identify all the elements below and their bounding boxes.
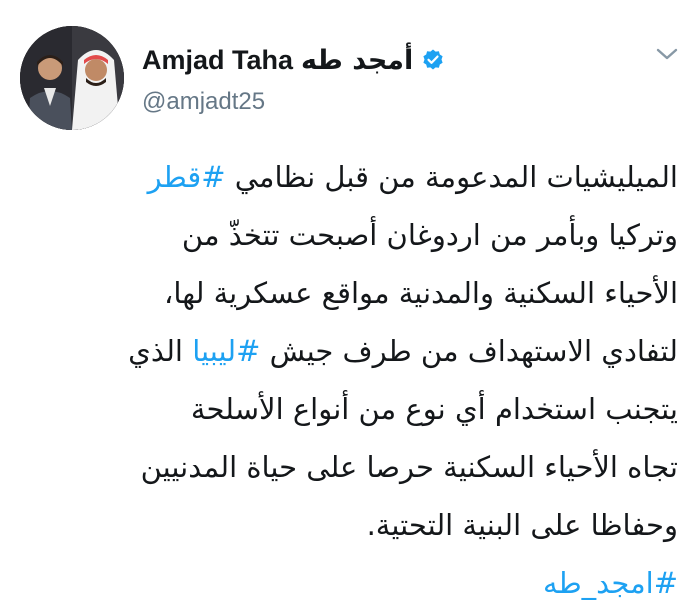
hashtag-link[interactable]: #امجد_طه: [543, 566, 678, 600]
tweet-line: يتجنب استخدام أي نوع من أنواع الأسلحة: [190, 392, 678, 426]
tweet-header: Amjad Taha أمجد طه: [142, 40, 445, 80]
tweet-line-text: الذي: [128, 334, 193, 368]
tweet-line: #امجد_طه: [18, 554, 678, 612]
tweet-text: الميليشيات المدعومة من قبل نظامي #قطر وت…: [18, 148, 678, 612]
tweet-card: Amjad Taha أمجد طه @amjadt25 الميليشيات …: [0, 0, 700, 600]
tweet-line: تجاه الأحياء السكنية حرصا على حياة المدن…: [140, 450, 678, 484]
tweet-line: الميليشيات المدعومة من قبل نظامي #قطر: [18, 148, 678, 206]
tweet-line: الأحياء السكنية والمدنية مواقع عسكرية له…: [164, 276, 678, 310]
tweet-line-text: لتفادي الاستهداف من طرف جيش: [260, 334, 678, 368]
avatar[interactable]: [20, 26, 124, 130]
hashtag-link[interactable]: #ليبيا: [192, 334, 260, 368]
tweet-line: وحفاظا على البنية التحتية.: [366, 508, 678, 542]
tweet-line-text: الميليشيات المدعومة من قبل نظامي: [225, 160, 678, 194]
chevron-down-icon[interactable]: [654, 44, 680, 64]
hashtag-link[interactable]: #قطر: [148, 160, 226, 194]
tweet-line: وتركيا وبأمر من اردوغان أصبحت تتخذّ من: [181, 218, 678, 252]
avatar-photo: [20, 26, 124, 130]
display-name-ar[interactable]: أمجد طه: [301, 45, 413, 76]
display-name-en[interactable]: Amjad Taha: [142, 45, 293, 76]
user-handle[interactable]: @amjadt25: [142, 88, 265, 116]
verified-badge-icon: [421, 48, 445, 72]
tweet-line: لتفادي الاستهداف من طرف جيش #ليبيا الذي: [18, 322, 678, 380]
